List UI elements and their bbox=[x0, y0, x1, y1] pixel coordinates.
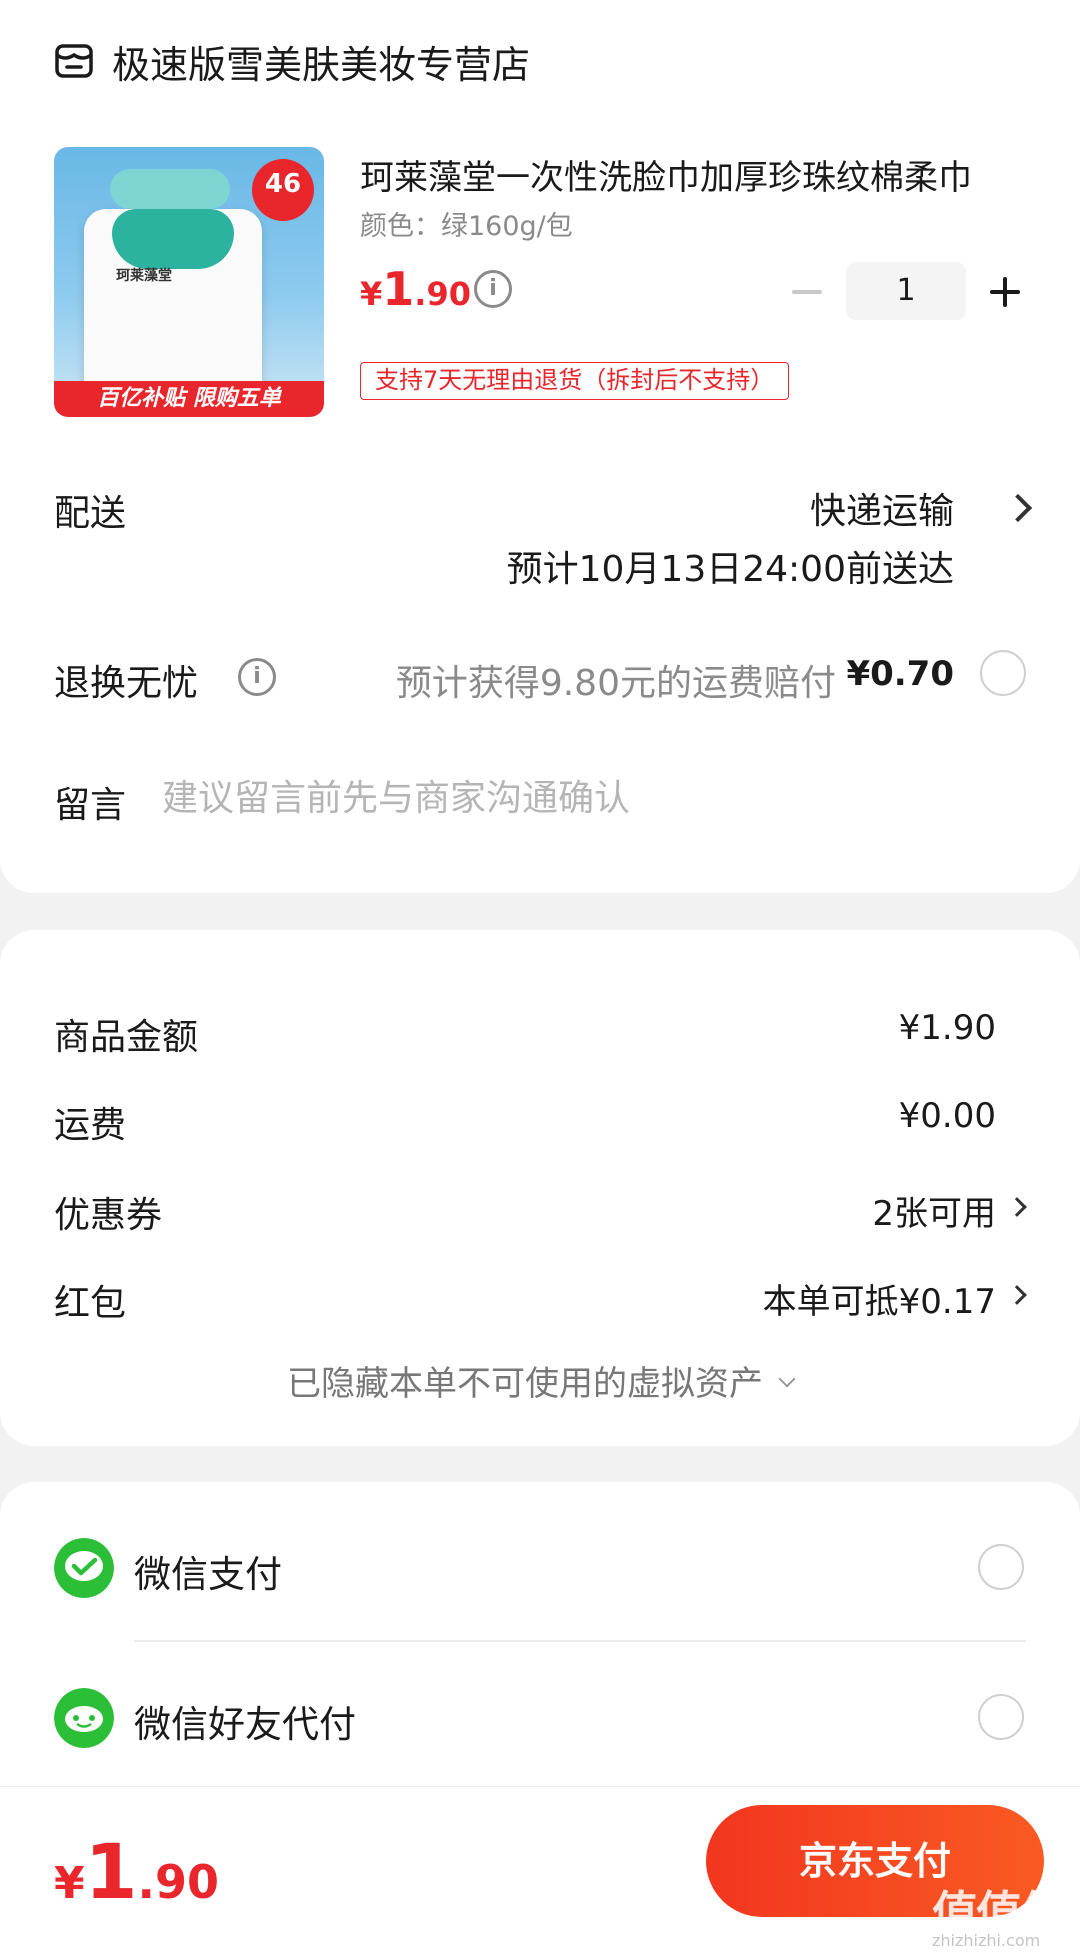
watermark-url: zhizhizhi.com bbox=[932, 1931, 1041, 1950]
coupon-value[interactable]: 2张可用 bbox=[872, 1186, 996, 1235]
redpacket-label: 红包 bbox=[54, 1283, 127, 1324]
store-icon bbox=[55, 44, 93, 78]
store-name: 极速版雪美肤美妆专营店 bbox=[112, 42, 531, 87]
total-price-symbol: ¥ bbox=[54, 1858, 85, 1909]
message-input[interactable] bbox=[162, 770, 1022, 826]
goods-amount-value: ¥1.90 bbox=[898, 1008, 996, 1048]
hidden-assets-toggle[interactable]: 已隐藏本单不可使用的虚拟资产 bbox=[0, 1356, 1080, 1405]
wechat-pay-radio[interactable] bbox=[978, 1544, 1024, 1590]
wechat-pay-icon bbox=[54, 1538, 114, 1598]
worry-free-label: 退换无忧 bbox=[54, 663, 199, 704]
product-image-bag-top bbox=[112, 209, 234, 269]
redpacket-value[interactable]: 本单可抵¥0.17 bbox=[763, 1274, 996, 1323]
wechat-friend-pay-label[interactable]: 微信好友代付 bbox=[134, 1694, 356, 1748]
quantity-input[interactable]: 1 bbox=[846, 262, 966, 320]
product-price-dec: .90 bbox=[414, 275, 471, 313]
product-image-banner: 百亿补贴 限购五单 bbox=[54, 381, 324, 417]
product-image-badge: 46 bbox=[252, 159, 314, 221]
shipping-method[interactable]: 快递运输 bbox=[810, 482, 954, 534]
total-price-int: 1 bbox=[84, 1827, 138, 1916]
worry-free-radio[interactable] bbox=[980, 650, 1026, 696]
product-image-bow bbox=[110, 169, 230, 209]
coupon-label: 优惠券 bbox=[54, 1195, 163, 1236]
return-policy-tag: 支持7天无理由退货（拆封后不支持） bbox=[360, 362, 790, 400]
product-spec[interactable]: 颜色：绿160g/包 bbox=[360, 204, 573, 243]
worry-free-price: ¥0.70 bbox=[846, 654, 954, 694]
total-price-dec: .90 bbox=[137, 1855, 220, 1909]
product-price-int: 1 bbox=[382, 262, 415, 316]
wechat-pay-label[interactable]: 微信支付 bbox=[134, 1544, 282, 1598]
goods-amount-label: 商品金额 bbox=[54, 1017, 199, 1058]
chevron-right-icon[interactable] bbox=[1003, 493, 1033, 523]
price-info-icon[interactable]: i bbox=[474, 270, 512, 308]
store-header[interactable]: 极速版雪美肤美妆专营店 bbox=[54, 36, 531, 87]
shipping-label: 配送 bbox=[54, 493, 127, 534]
product-title[interactable]: 珂莱藻堂一次性洗脸巾加厚珍珠纹棉柔巾 bbox=[360, 150, 1028, 199]
wechat-friend-pay-radio[interactable] bbox=[978, 1694, 1024, 1740]
product-price-symbol: ¥ bbox=[360, 275, 383, 313]
order-card: 极速版雪美肤美妆专营店 珂莱藻堂 46 百亿补贴 限购五单 珂莱藻堂一次性洗脸巾… bbox=[0, 0, 1080, 893]
quantity-minus-button[interactable] bbox=[790, 272, 824, 312]
worry-free-text: 预计获得9.80元的运费赔付 bbox=[395, 663, 836, 704]
product-image[interactable]: 珂莱藻堂 46 百亿补贴 限购五单 bbox=[54, 147, 324, 417]
chevron-down-icon bbox=[778, 1370, 796, 1388]
worry-free-info-icon[interactable]: i bbox=[238, 658, 276, 696]
hidden-assets-text: 已隐藏本单不可使用的虚拟资产 bbox=[287, 1364, 763, 1404]
product-image-bag bbox=[84, 209, 262, 399]
checkout-bar: ¥1.90 京东支付 值值值 zhizhizhi.com bbox=[0, 1786, 1080, 1952]
product-price: ¥1.90 bbox=[360, 262, 471, 316]
total-price: ¥1.90 bbox=[54, 1827, 219, 1916]
quantity-plus-button[interactable] bbox=[988, 272, 1022, 312]
wechat-friend-pay-icon bbox=[54, 1688, 114, 1748]
product-image-brand: 珂莱藻堂 bbox=[116, 268, 172, 284]
freight-label: 运费 bbox=[54, 1105, 127, 1146]
divider bbox=[134, 1640, 1026, 1642]
shipping-eta: 预计10月13日24:00前送达 bbox=[506, 549, 954, 590]
freight-value: ¥0.00 bbox=[898, 1096, 996, 1136]
message-label: 留言 bbox=[54, 785, 127, 826]
